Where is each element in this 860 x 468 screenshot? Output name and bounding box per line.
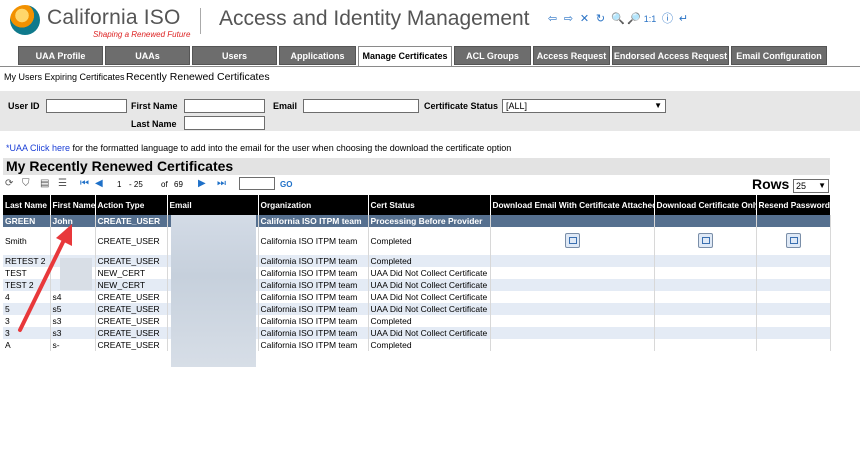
annotation-arrow-icon [18, 224, 72, 332]
